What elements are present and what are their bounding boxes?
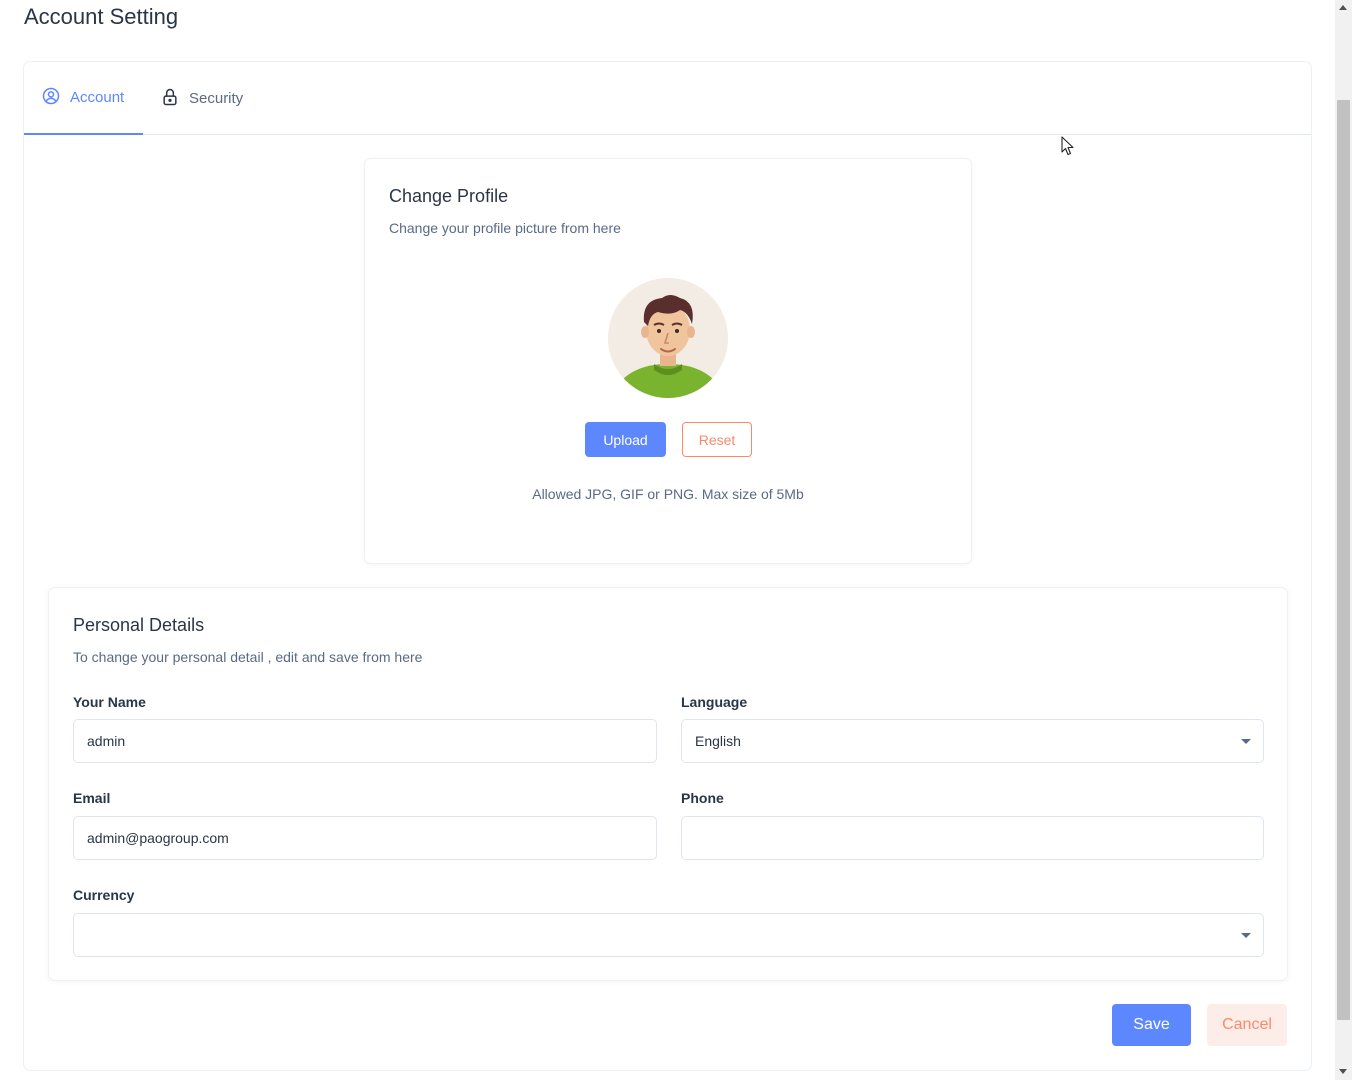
currency-label: Currency xyxy=(73,887,135,903)
email-value: admin@paogroup.com xyxy=(87,830,229,846)
language-select[interactable]: English xyxy=(681,719,1264,763)
chevron-down-icon xyxy=(1241,739,1251,744)
lock-icon xyxy=(160,87,180,111)
currency-select[interactable] xyxy=(73,913,1264,957)
name-field[interactable]: admin xyxy=(73,719,657,763)
tab-security-label: Security xyxy=(189,90,244,107)
scroll-thumb[interactable] xyxy=(1337,100,1350,1020)
save-button[interactable]: Save xyxy=(1112,1004,1191,1046)
change-profile-card: Change Profile Change your profile pictu… xyxy=(364,158,972,564)
phone-field[interactable] xyxy=(681,816,1264,860)
user-circle-icon xyxy=(41,86,61,110)
name-label: Your Name xyxy=(73,694,146,710)
name-value: admin xyxy=(87,733,126,749)
personal-details-title: Personal Details xyxy=(73,615,205,635)
avatar xyxy=(608,278,728,398)
tab-account-label: Account xyxy=(70,89,125,106)
change-profile-title: Change Profile xyxy=(389,186,509,206)
reset-button[interactable]: Reset xyxy=(682,422,752,457)
upload-button[interactable]: Upload xyxy=(585,422,666,457)
scroll-down-arrow-icon[interactable] xyxy=(1339,1069,1347,1074)
email-field[interactable]: admin@paogroup.com xyxy=(73,816,657,860)
vertical-scrollbar[interactable] xyxy=(1335,0,1352,1080)
phone-label: Phone xyxy=(681,790,724,806)
change-profile-subtitle: Change your profile picture from here xyxy=(389,220,621,236)
personal-details-card: Personal Details To change your personal… xyxy=(48,587,1288,981)
cancel-button[interactable]: Cancel xyxy=(1207,1004,1287,1046)
personal-details-subtitle: To change your personal detail , edit an… xyxy=(73,649,423,665)
tab-account[interactable]: Account xyxy=(24,62,143,135)
page-title: Account Setting xyxy=(24,4,179,29)
scroll-up-arrow-icon[interactable] xyxy=(1339,5,1347,10)
chevron-down-icon xyxy=(1241,933,1251,938)
language-label: Language xyxy=(681,694,748,710)
email-label: Email xyxy=(73,790,111,806)
language-value: English xyxy=(695,733,741,749)
tab-security[interactable]: Security xyxy=(143,62,265,135)
upload-hint: Allowed JPG, GIF or PNG. Max size of 5Mb xyxy=(532,486,804,502)
tab-bar: Account Security xyxy=(24,62,1311,135)
account-settings-card: Account Security Change Profile Change y… xyxy=(23,61,1312,1071)
mouse-pointer-icon xyxy=(1061,136,1075,156)
